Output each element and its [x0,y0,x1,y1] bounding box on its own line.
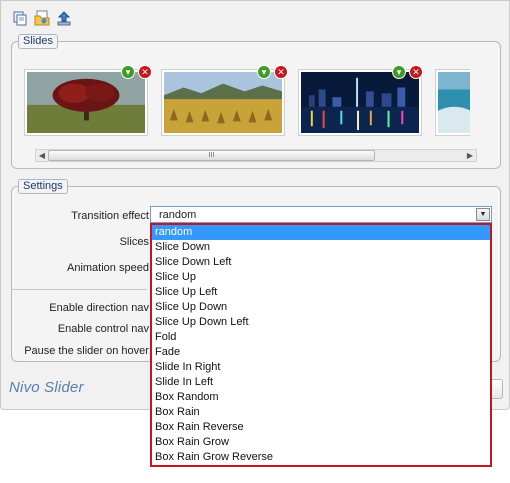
slides-strip [24,69,470,139]
move-down-icon[interactable]: ▾ [121,65,135,79]
dropdown-option[interactable]: Box Rain Reverse [152,420,490,435]
dropdown-option[interactable]: Fold [152,330,490,345]
dropdown-option[interactable]: Box Rain Grow [152,435,490,450]
settings-divider [11,289,147,290]
dropdown-option[interactable]: Slice Up [152,270,490,285]
delete-icon[interactable]: ✕ [409,65,423,79]
slide-thumbnail[interactable] [161,69,285,136]
dropdown-option[interactable]: Box Rain Grow Reverse [152,450,490,465]
dropdown-option[interactable]: Slide In Left [152,375,490,390]
dropdown-option[interactable]: Box Rain [152,405,490,420]
hay-field-image [164,72,282,133]
transition-effect-select[interactable]: random ▼ [150,206,492,223]
move-down-icon[interactable]: ▾ [257,65,271,79]
delete-icon[interactable]: ✕ [274,65,288,79]
slide-thumbnail[interactable] [24,69,148,136]
tree-landscape-image [27,72,145,133]
dropdown-option[interactable]: Slide In Right [152,360,490,375]
beach-coast-image [438,72,470,133]
dropdown-option[interactable]: Slice Down [152,240,490,255]
transition-effect-options[interactable]: random Slice Down Slice Down Left Slice Up S… [150,223,492,467]
slides-group: Slides ▾ ✕ ▾ ✕ ▾ ✕ ◀ III ▶ [11,34,501,169]
pause-on-hover-label: Pause the slider on hover: [24,345,152,357]
dropdown-option[interactable]: random [152,225,490,240]
dropdown-option[interactable]: Slice Down Left [152,255,490,270]
control-nav-label: Enable control nav: [57,323,152,335]
dropdown-option[interactable]: Slice Up Down [152,300,490,315]
settings-legend: Settings [18,179,68,194]
open-folder-icon[interactable] [34,10,50,26]
animation-speed-label: Animation speed: [67,262,152,274]
copy-icon[interactable] [12,10,28,26]
scroll-right-arrow-icon[interactable]: ▶ [464,150,476,161]
slide-thumbnail[interactable] [298,69,422,136]
toolbar [12,10,72,26]
upload-icon[interactable] [56,10,72,26]
slides-legend: Slides [18,34,58,49]
city-night-image [301,72,419,133]
slides-horizontal-scrollbar[interactable]: ◀ III ▶ [35,149,477,162]
slices-label: Slices: [119,236,152,248]
dropdown-option[interactable]: Slice Up Left [152,285,490,300]
scrollbar-thumb[interactable]: III [48,150,375,161]
slide-thumbnail[interactable] [435,69,470,136]
transition-effect-value: random [159,209,197,221]
dropdown-option[interactable]: Fade [152,345,490,360]
scroll-left-arrow-icon[interactable]: ◀ [36,150,48,161]
delete-icon[interactable]: ✕ [138,65,152,79]
dropdown-option[interactable]: Slice Up Down Left [152,315,490,330]
dropdown-option[interactable]: Box Random [152,390,490,405]
move-down-icon[interactable]: ▾ [392,65,406,79]
brand-name: Nivo Slider [9,379,84,396]
transition-effect-label: Transition effect: [71,210,152,222]
direction-nav-label: Enable direction nav: [49,302,152,314]
chevron-down-icon[interactable]: ▼ [476,208,490,221]
